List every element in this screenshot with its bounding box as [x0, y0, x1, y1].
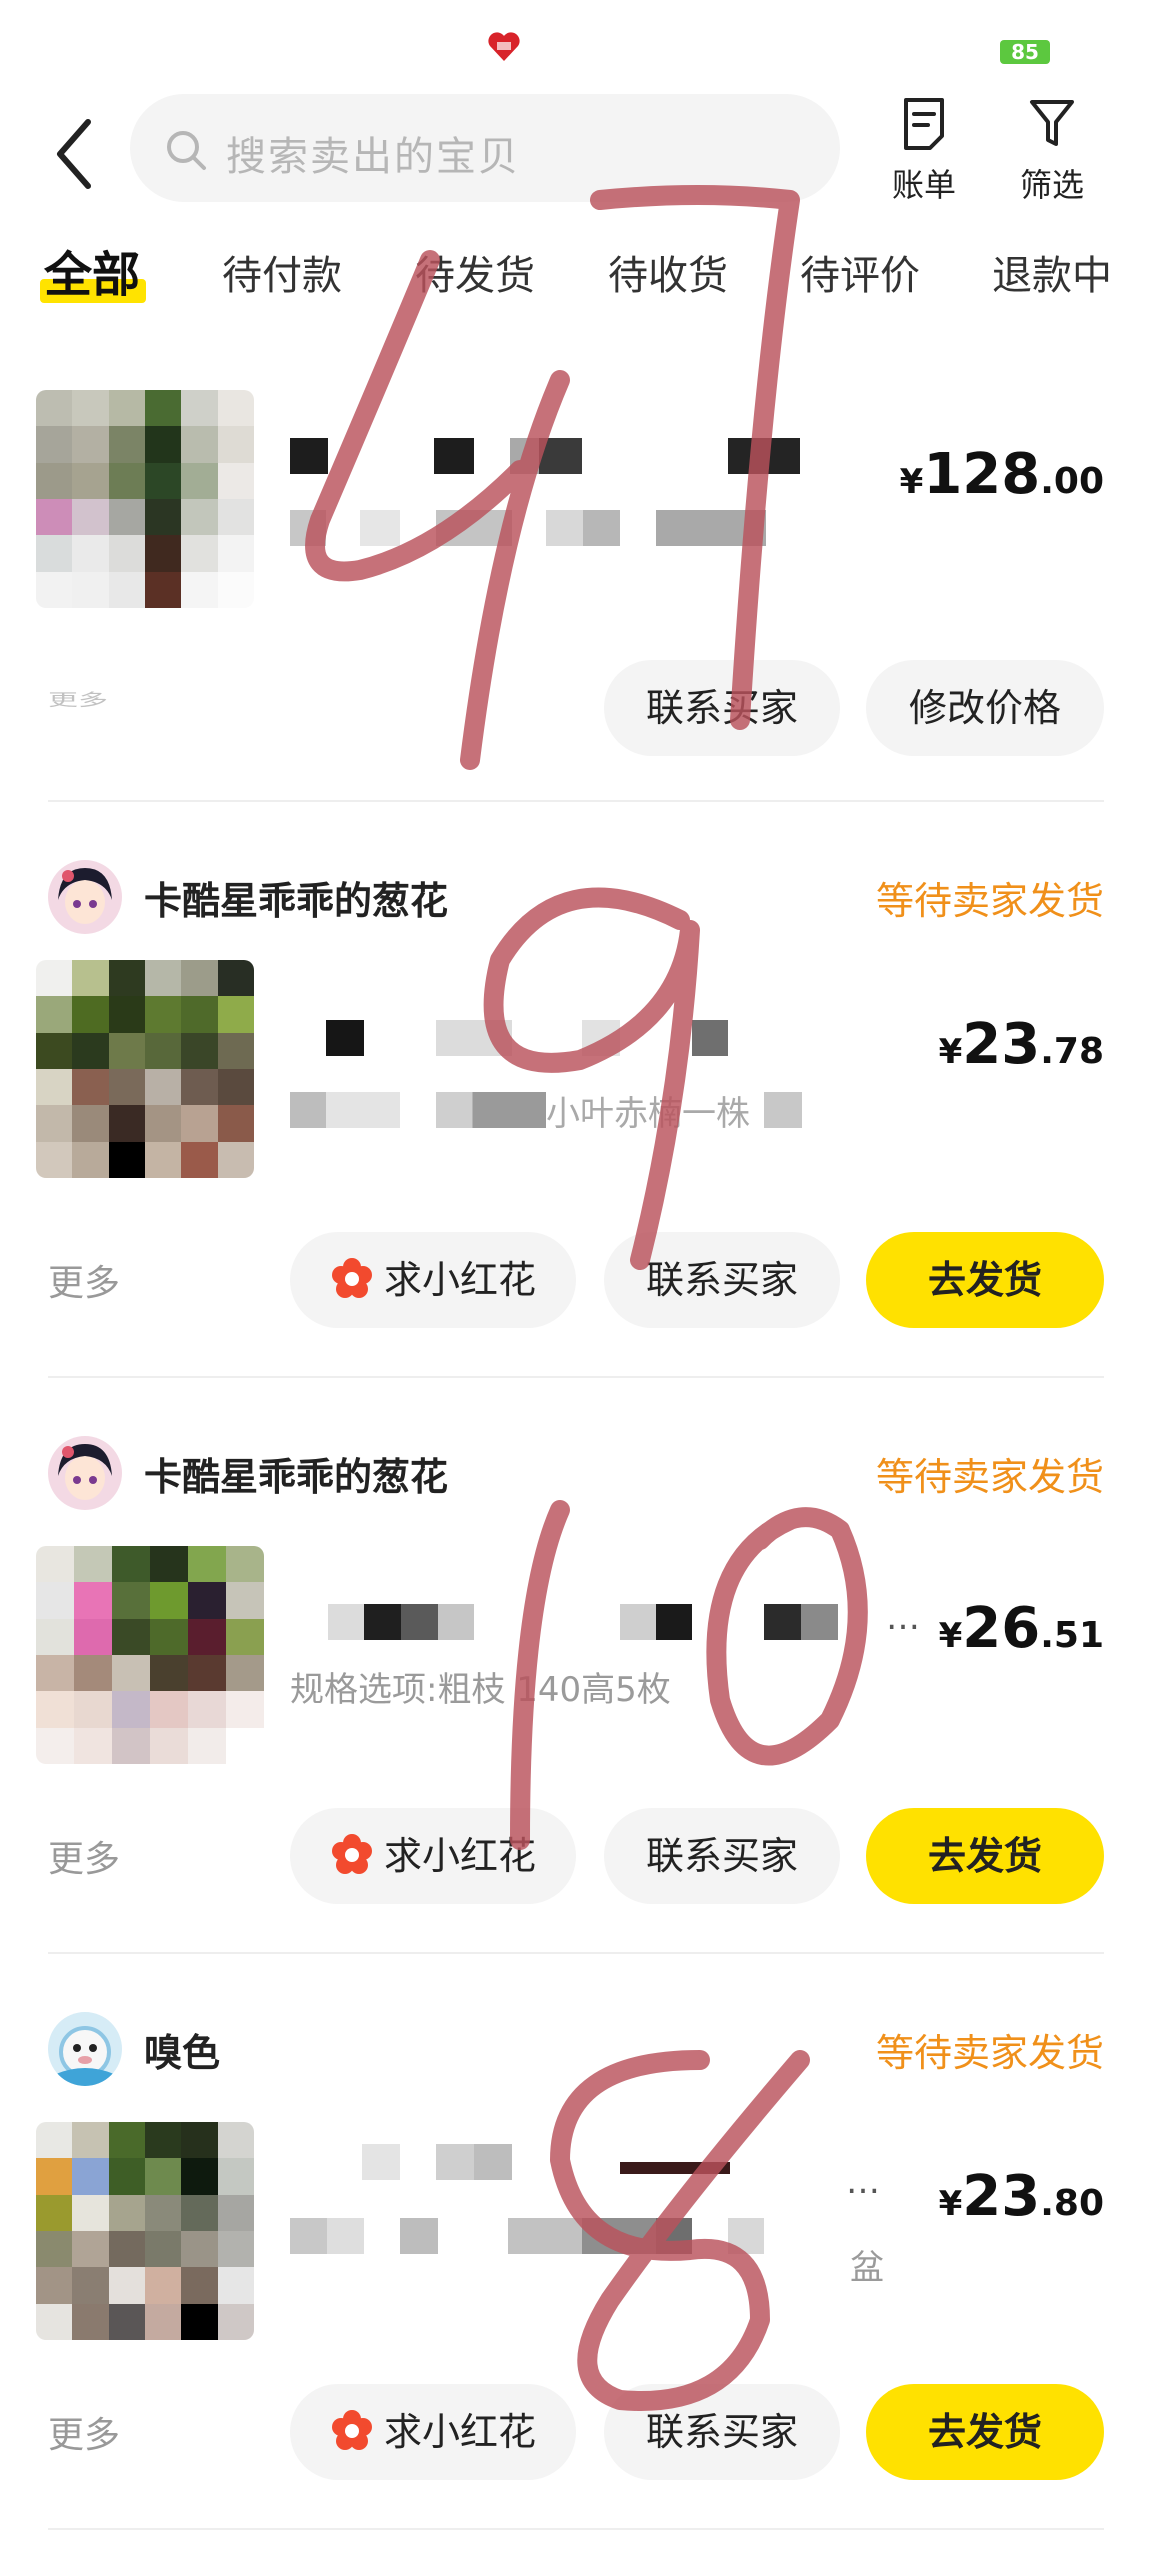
more-link[interactable]: 更多 [48, 686, 108, 710]
blurred-title [436, 2144, 512, 2180]
blurred-spec [656, 510, 766, 546]
tab-all[interactable]: 全部 [40, 235, 147, 305]
contact-buyer-button[interactable]: 联系买家 [604, 2384, 840, 2480]
divider [48, 1952, 1104, 1954]
title-ellipsis: … [886, 1598, 920, 1638]
request-flower-button[interactable]: 求小红花 [290, 1232, 576, 1328]
tab-refunding[interactable]: 退款中 [992, 243, 1112, 301]
divider [48, 800, 1104, 802]
contact-buyer-button[interactable]: 联系买家 [604, 1808, 840, 1904]
request-flower-button[interactable]: 求小红花 [290, 1808, 576, 1904]
tab-pending-payment[interactable]: 待付款 [222, 243, 342, 301]
search-icon [167, 131, 206, 170]
bill-label: 账单 [891, 166, 956, 204]
search-placeholder: 搜索卖出的宝贝 [226, 134, 520, 180]
header: 搜索卖出的宝贝 账单 筛选 [0, 90, 1152, 210]
blurred-spec [728, 2218, 764, 2254]
tab-pending-shipment[interactable]: 待发货 [415, 243, 535, 301]
order-status: 等待卖家发货 [875, 2031, 1104, 2075]
order-card[interactable]: 卡酷星乖乖的葱花 等待卖家发货 … 规格选项:粗枝 140高5枚 ¥26.51 … [0, 1436, 1152, 1936]
more-link[interactable]: 更多 [48, 1830, 120, 1882]
shop-name: 卡酷星乖乖的葱花 [144, 1455, 449, 1499]
contact-buyer-button[interactable]: 联系买家 [604, 660, 840, 756]
blurred-spec [508, 2218, 656, 2254]
order-status: 等待卖家发货 [875, 879, 1104, 923]
blurred-title [364, 1604, 438, 1640]
blurred-title [764, 1604, 838, 1640]
contact-buyer-button[interactable]: 联系买家 [604, 1232, 840, 1328]
blurred-title [620, 2162, 730, 2174]
ship-button[interactable]: 去发货 [866, 2384, 1104, 2480]
blurred-spec [546, 510, 620, 546]
blurred-spec [436, 510, 512, 546]
festival-logo-icon [488, 32, 520, 61]
blurred-title [438, 1604, 474, 1640]
filter-button[interactable]: 筛选 [1002, 90, 1102, 210]
ship-button[interactable]: 去发货 [866, 1232, 1104, 1328]
red-flower-icon [331, 2409, 372, 2450]
order-price: ¥23.78 [938, 1012, 1104, 1077]
search-input[interactable]: 搜索卖出的宝贝 [130, 94, 840, 202]
order-price: ¥23.80 [938, 2164, 1104, 2229]
product-thumbnail [36, 960, 254, 1178]
shop-name: 嗅色 [144, 2031, 221, 2075]
blurred-title [290, 438, 328, 474]
order-card[interactable]: ¥128.00 更多 联系买家 修改价格 [0, 330, 1152, 800]
product-thumbnail [36, 1546, 264, 1764]
blurred-spec [326, 1092, 400, 1128]
blurred-title [728, 438, 800, 474]
product-thumbnail [36, 2122, 254, 2340]
red-flower-icon [331, 1257, 372, 1298]
blurred-spec [360, 510, 400, 546]
filter-icon [1030, 100, 1074, 146]
blurred-spec [656, 2218, 692, 2254]
battery-indicator: 85 [1000, 40, 1050, 64]
ship-button[interactable]: 去发货 [866, 1808, 1104, 1904]
bill-icon [904, 98, 944, 150]
status-bar: 85 [0, 0, 1152, 70]
divider [48, 1376, 1104, 1378]
blurred-title [620, 1604, 692, 1640]
product-spec: 小叶赤楠一株 [546, 1094, 750, 1134]
order-card[interactable]: 卡酷星乖乖的葱花 等待卖家发货 小叶赤楠一株 ¥23.78 更多 求小红花 联系… [0, 860, 1152, 1360]
blurred-spec [290, 510, 326, 546]
more-link[interactable]: 更多 [48, 2406, 120, 2458]
blurred-spec [290, 1092, 326, 1128]
more-link[interactable]: 更多 [48, 1254, 120, 1306]
blurred-title [362, 2144, 400, 2180]
back-icon[interactable] [48, 114, 108, 194]
blurred-title [692, 1020, 728, 1056]
tab-pending-receipt[interactable]: 待收货 [608, 243, 728, 301]
avatar [48, 860, 122, 934]
title-ellipsis: … [846, 2162, 880, 2202]
blurred-spec [400, 2218, 438, 2254]
blurred-spec [290, 2218, 364, 2254]
shop-name: 卡酷星乖乖的葱花 [144, 879, 449, 923]
product-spec: 规格选项:粗枝 140高5枚 [290, 1670, 671, 1710]
product-thumbnail [36, 390, 254, 608]
blurred-title [434, 438, 474, 474]
divider [48, 2528, 1104, 2530]
blurred-title [510, 438, 582, 474]
blurred-title [582, 1020, 620, 1056]
order-tabs: 全部 待付款 待发货 待收货 待评价 退款中 [0, 235, 1152, 325]
avatar [48, 1436, 122, 1510]
blurred-spec [764, 1092, 802, 1128]
product-spec: 盆 [850, 2248, 884, 2288]
request-flower-button[interactable]: 求小红花 [290, 2384, 576, 2480]
modify-price-button[interactable]: 修改价格 [866, 660, 1104, 756]
red-flower-icon [331, 1833, 372, 1874]
blurred-spec [436, 1092, 546, 1128]
tab-pending-review[interactable]: 待评价 [800, 243, 920, 301]
order-status: 等待卖家发货 [875, 1455, 1104, 1499]
bill-button[interactable]: 账单 [874, 90, 974, 210]
blurred-title [328, 1604, 364, 1640]
order-price: ¥26.51 [938, 1596, 1104, 1661]
avatar [48, 2012, 122, 2086]
blurred-title [326, 1020, 364, 1056]
order-card[interactable]: 嗅色 等待卖家发货 … 盆 ¥23.80 更多 求小红花 联系买家 去发货 [0, 2012, 1152, 2532]
filter-label: 筛选 [1019, 166, 1084, 204]
order-price: ¥128.00 [899, 442, 1104, 507]
blurred-title [436, 1020, 512, 1056]
